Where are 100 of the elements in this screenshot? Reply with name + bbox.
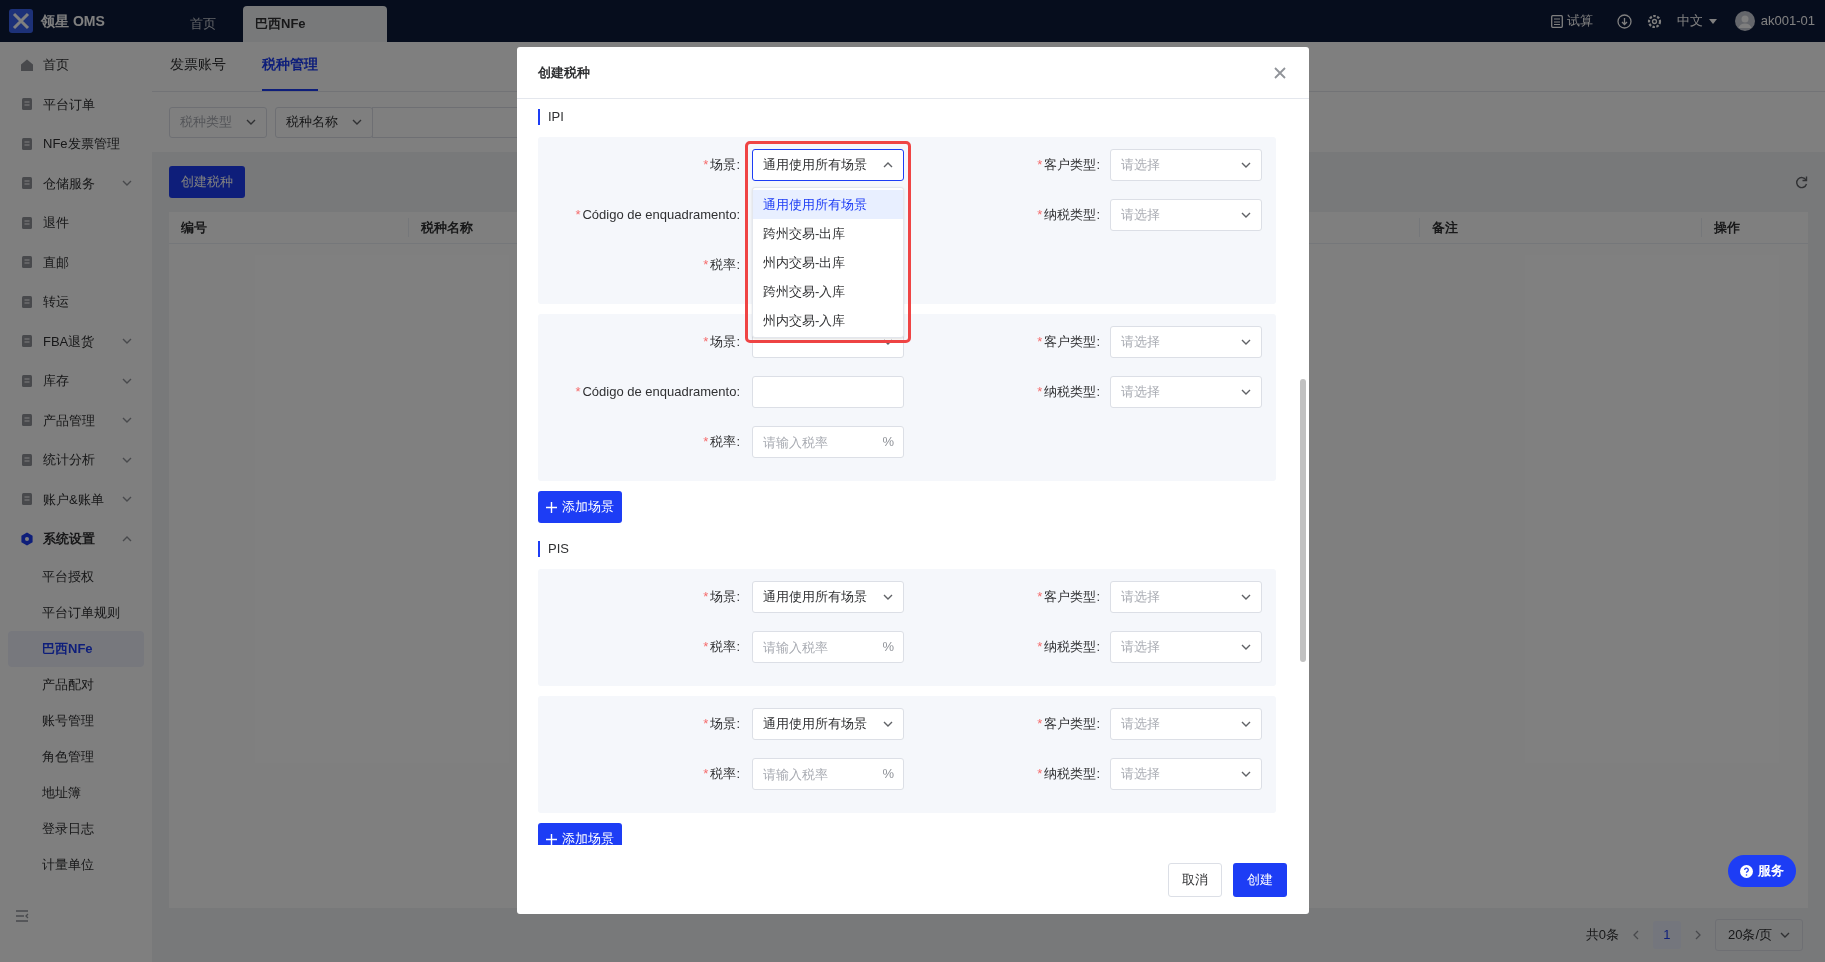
field-label: 客户类型:	[1044, 333, 1100, 352]
add-scenario-button[interactable]: 添加场景	[538, 823, 622, 845]
sidebar-item[interactable]: 系统设置	[8, 519, 144, 559]
settings-icon	[1646, 13, 1662, 29]
select-field[interactable]: 请选择	[1110, 376, 1262, 408]
document-icon	[20, 97, 34, 112]
required-mark: *	[1037, 156, 1043, 175]
logo-icon	[9, 9, 33, 33]
document-icon	[20, 413, 34, 428]
document-icon	[20, 492, 34, 507]
unit-suffix: %	[882, 434, 894, 450]
field-label: 场景:	[710, 156, 740, 175]
sidebar-item[interactable]: 仓储服务	[8, 163, 144, 203]
select-field[interactable]: 请选择	[1110, 758, 1262, 790]
chevron-icon	[1241, 644, 1251, 650]
required-mark: *	[1037, 715, 1043, 734]
field-label: 场景:	[710, 333, 740, 352]
create-button[interactable]: 创建税种	[169, 166, 245, 198]
refresh-icon	[1795, 175, 1808, 189]
chevron-icon	[1241, 721, 1251, 727]
sidebar-item[interactable]: 产品配对	[8, 666, 144, 703]
language-select[interactable]: 中文	[1676, 11, 1717, 31]
input-field[interactable]	[752, 376, 904, 408]
document-icon	[20, 215, 34, 230]
sidebar-item[interactable]: NFe发票管理	[8, 124, 144, 164]
select-field[interactable]: 通用使用所有场景	[752, 149, 904, 181]
chevron-icon	[352, 119, 362, 125]
dropdown-option[interactable]: 州内交易-入库	[753, 306, 903, 335]
dropdown-option[interactable]: 州内交易-出库	[753, 248, 903, 277]
select-field[interactable]: 请选择	[1110, 199, 1262, 231]
caret-icon	[1708, 18, 1717, 24]
chevron-icon	[246, 119, 256, 125]
sidebar-item[interactable]: 库存	[8, 361, 144, 401]
sidebar-item[interactable]: FBA退货	[8, 321, 144, 361]
close-button[interactable]	[1272, 64, 1288, 81]
sidebar-item[interactable]: 平台授权	[8, 558, 144, 595]
create-button[interactable]: 创建	[1233, 862, 1287, 897]
select-field[interactable]: 请选择	[1110, 708, 1262, 740]
field-label: 纳税类型:	[1044, 638, 1100, 657]
sidebar-item[interactable]: 转运	[8, 282, 144, 322]
select-field[interactable]: 通用使用所有场景	[752, 708, 904, 740]
column-header: 备注	[1420, 217, 1702, 238]
user-menu[interactable]: ak001-01	[1734, 11, 1815, 31]
required-mark: *	[575, 383, 581, 402]
plus-icon	[546, 501, 557, 513]
required-mark: *	[703, 433, 709, 452]
required-mark: *	[703, 333, 709, 352]
help-icon	[1740, 864, 1753, 878]
chevron-icon	[1241, 339, 1251, 345]
sidebar-item[interactable]: 首页	[8, 45, 144, 85]
cancel-button[interactable]: 取消	[1168, 862, 1222, 897]
chevron-icon	[1241, 212, 1251, 218]
sidebar-item[interactable]: 统计分析	[8, 440, 144, 480]
service-button[interactable]: 服务	[1728, 855, 1796, 887]
sidebar-item[interactable]: 地址簿	[8, 774, 144, 811]
hexagon-icon	[20, 531, 34, 546]
add-scenario-button[interactable]: 添加场景	[538, 491, 622, 523]
sidebar-item[interactable]: 平台订单	[8, 84, 144, 124]
collapse-icon	[15, 910, 29, 922]
document-icon	[20, 255, 34, 270]
required-mark: *	[1037, 383, 1043, 402]
avatar-icon	[1734, 11, 1755, 31]
sidebar-item[interactable]: 产品管理	[8, 400, 144, 440]
chevron-icon	[883, 721, 893, 727]
column-header: 操作	[1713, 218, 1741, 237]
dropdown-option[interactable]: 跨州交易-入库	[753, 277, 903, 306]
chevron-icon	[1241, 162, 1251, 168]
select-field[interactable]: 请选择	[1110, 149, 1262, 181]
page-size-select[interactable]: 20条/页	[1714, 919, 1803, 951]
required-mark: *	[703, 638, 709, 657]
chevron-icon	[883, 594, 893, 600]
select-field[interactable]: 通用使用所有场景	[752, 581, 904, 613]
page-tab[interactable]: 首页	[163, 6, 243, 42]
sidebar-item[interactable]: 直邮	[8, 242, 144, 282]
page-button[interactable]: 1	[1652, 921, 1681, 949]
content-tab[interactable]: 发票账号	[170, 41, 226, 91]
sidebar-item[interactable]: 角色管理	[8, 738, 144, 775]
dropdown-option[interactable]: 通用使用所有场景	[753, 190, 903, 219]
sidebar-item[interactable]: 退件	[8, 203, 144, 243]
select-field[interactable]: 请选择	[1110, 326, 1262, 358]
select-field[interactable]: 请选择	[1110, 581, 1262, 613]
field-label: 场景:	[710, 588, 740, 607]
total-count: 共0条	[1585, 926, 1619, 945]
required-mark: *	[703, 765, 709, 784]
filter-select[interactable]: 税种名称	[275, 106, 373, 138]
sidebar-item[interactable]: 平台订单规则	[8, 594, 144, 631]
sidebar-item[interactable]: 账户&账单	[8, 479, 144, 519]
required-mark: *	[1037, 333, 1043, 352]
sidebar-item[interactable]: 巴西NFe	[8, 630, 144, 667]
field-label: 税率:	[710, 256, 740, 275]
calculator-icon	[1550, 14, 1563, 28]
page-tab[interactable]: 巴西NFe	[243, 6, 387, 42]
scrollbar[interactable]	[1300, 379, 1306, 662]
select-field[interactable]: 请选择	[1110, 631, 1262, 663]
sidebar-item[interactable]: 登录日志	[8, 810, 144, 847]
sidebar-item[interactable]: 账号管理	[8, 702, 144, 739]
calc-button[interactable]: 试算	[1550, 11, 1593, 31]
sidebar-item[interactable]: 计量单位	[8, 846, 144, 883]
required-mark: *	[703, 588, 709, 607]
chevron-right-icon	[1694, 930, 1701, 940]
